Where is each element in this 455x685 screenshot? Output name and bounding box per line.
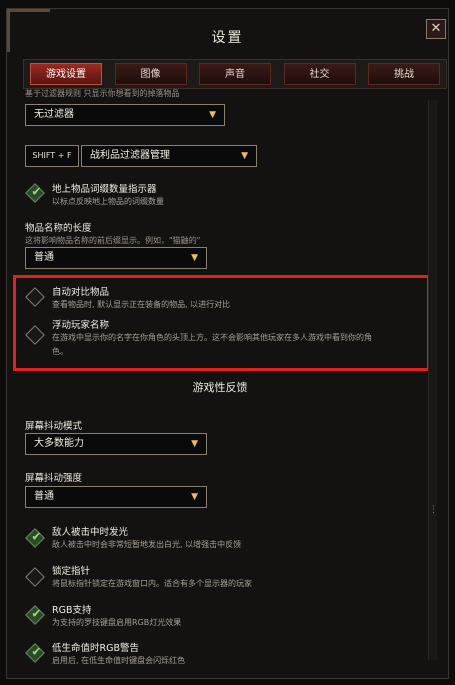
low-health-rgb-desc: 启用后, 在低生命值时键盘会闪烁红色	[52, 656, 186, 665]
shake-mode-label: 屏幕抖动模式	[25, 421, 83, 432]
chevron-down-icon: ▼	[191, 439, 198, 449]
window-title: 设置	[211, 30, 244, 46]
filter-hint: 基于过滤器规则 只显示你想看到的掉落物品	[25, 89, 180, 98]
tab-social[interactable]: 社交	[283, 63, 356, 85]
shake-mode-value: 大多数能力	[34, 438, 84, 449]
lock-cursor-title: 锁定指针	[52, 566, 91, 577]
shake-strength-dropdown[interactable]: 普通 ▼	[25, 486, 207, 508]
tab-game-settings[interactable]: 游戏设置	[30, 63, 102, 85]
auto-compare-title: 自动对比物品	[52, 287, 110, 298]
tab-sound[interactable]: 声音	[199, 63, 271, 85]
loot-filter-value: 无过滤器	[34, 109, 74, 120]
rgb-support-desc: 为支持的罗技键盘启用RGB灯光效果	[52, 618, 182, 627]
enemy-flash-desc: 敌人被击中时会非常短暂地发出白光, 以增强击中反馈	[52, 540, 242, 549]
loot-filter-manager-label: 战利品过滤器管理	[90, 150, 170, 161]
auto-compare-desc: 查看物品时, 默认显示正在装备的物品, 以进行对比	[52, 300, 231, 309]
tab-graphics[interactable]: 图像	[114, 63, 187, 85]
name-length-label: 物品名称的长度	[25, 223, 92, 234]
floating-names-title: 浮动玩家名称	[52, 320, 110, 331]
chevron-down-icon: ▼	[191, 492, 198, 502]
lock-cursor-desc: 将鼠标指针锁定在游戏窗口内。适合有多个显示器的玩家	[52, 579, 252, 588]
scrollbar[interactable]: ⋮	[428, 100, 438, 660]
tab-bar: 游戏设置 图像 声音 社交 挑战	[23, 59, 447, 89]
enemy-flash-title: 敌人被击中时发光	[52, 527, 129, 538]
rgb-support-title: RGB支持	[52, 605, 92, 616]
floating-names-desc-line2: 色。	[52, 347, 68, 356]
affix-indicator-title: 地上物品词缀数量指示器	[52, 184, 157, 195]
name-length-desc: 这将影响物品名称的前后缀显示。例如，"猫鼬的"	[25, 236, 201, 245]
chevron-down-icon: ▼	[241, 151, 248, 161]
shake-strength-label: 屏幕抖动强度	[25, 473, 83, 484]
name-length-value: 普通	[34, 252, 54, 263]
section-header-feedback: 游戏性反馈	[192, 381, 248, 394]
chevron-down-icon: ▼	[191, 253, 198, 263]
chevron-down-icon: ▼	[209, 110, 216, 120]
affix-indicator-desc: 以标点反映地上物品的词缀数量	[52, 197, 164, 206]
shake-mode-dropdown[interactable]: 大多数能力 ▼	[25, 433, 207, 455]
scroll-grip-icon[interactable]: ⋮	[429, 505, 438, 515]
name-length-dropdown[interactable]: 普通 ▼	[25, 247, 207, 269]
shake-strength-value: 普通	[34, 491, 54, 502]
loot-filter-dropdown[interactable]: 无过滤器 ▼	[25, 104, 225, 126]
shortcut-badge: SHIFT + F	[25, 145, 79, 167]
low-health-rgb-title: 低生命值时RGB警告	[52, 643, 139, 654]
floating-names-desc-line1: 在游戏中显示你的名字在你角色的头顶上方。这不会影响其他玩家在多人游戏中看到你的角	[52, 333, 372, 342]
loot-filter-manager-dropdown[interactable]: 战利品过滤器管理 ▼	[81, 145, 257, 167]
close-button[interactable]: ✕	[426, 19, 446, 39]
tab-challenge[interactable]: 挑战	[368, 63, 440, 85]
